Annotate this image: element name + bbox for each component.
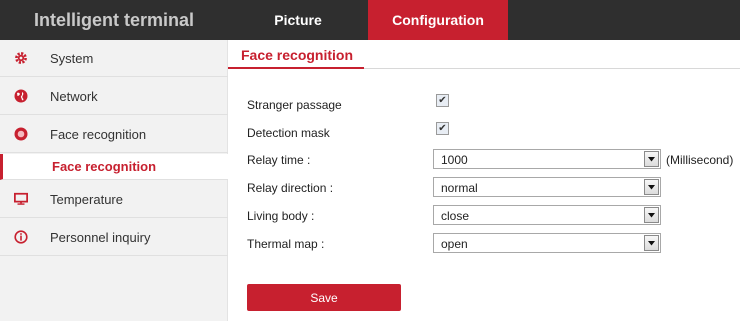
section-underline	[228, 67, 364, 69]
relay-direction-label: Relay direction :	[247, 181, 334, 195]
tab-configuration[interactable]: Configuration	[368, 0, 508, 40]
sidebar: System Network Face recognition Face rec…	[0, 40, 228, 321]
sidebar-item-label: Network	[50, 88, 98, 104]
sidebar-item-temperature[interactable]: Temperature	[0, 181, 228, 218]
gear-icon	[14, 51, 28, 65]
top-bar: Intelligent terminal Picture Configurati…	[0, 0, 740, 40]
globe-icon	[14, 89, 28, 103]
info-icon	[14, 230, 28, 244]
check-icon: ✔	[438, 122, 447, 134]
monitor-icon	[14, 192, 28, 206]
chevron-down-icon[interactable]	[644, 179, 659, 195]
save-button[interactable]: Save	[247, 284, 401, 311]
detection-mask-checkbox[interactable]: ✔	[436, 122, 449, 135]
relay-direction-value: normal	[441, 181, 478, 195]
relay-time-select[interactable]: 1000	[433, 149, 661, 169]
brand-title: Intelligent terminal	[33, 9, 195, 30]
chevron-down-icon[interactable]	[644, 235, 659, 251]
sidebar-item-label: Face recognition	[50, 126, 147, 142]
sidebar-item-personnel-inquiry[interactable]: Personnel inquiry	[0, 219, 228, 256]
relay-direction-select[interactable]: normal	[433, 177, 661, 197]
sidebar-item-label: System	[50, 50, 94, 66]
chevron-down-icon[interactable]	[644, 207, 659, 223]
sidebar-subitem-face-recognition[interactable]: Face recognition	[0, 154, 228, 180]
living-body-label: Living body :	[247, 209, 315, 223]
living-body-select[interactable]: close	[433, 205, 661, 225]
relay-time-unit: (Millisecond)	[666, 153, 734, 167]
chevron-down-icon[interactable]	[644, 151, 659, 167]
section-title: Face recognition	[241, 46, 354, 63]
stranger-passage-checkbox[interactable]: ✔	[436, 94, 449, 107]
sidebar-item-system[interactable]: System	[0, 40, 228, 77]
thermal-map-value: open	[441, 237, 468, 251]
thermal-map-label: Thermal map :	[247, 237, 325, 251]
relay-time-value: 1000	[441, 153, 468, 167]
living-body-value: close	[441, 209, 470, 223]
relay-time-label: Relay time :	[247, 153, 311, 167]
sidebar-item-network[interactable]: Network	[0, 78, 228, 115]
face-icon	[14, 127, 28, 141]
thermal-map-select[interactable]: open	[433, 233, 661, 253]
sidebar-item-label: Temperature	[50, 191, 123, 207]
check-icon: ✔	[438, 94, 447, 106]
stranger-passage-label: Stranger passage	[247, 98, 342, 112]
sidebar-subitem-label: Face recognition	[52, 159, 157, 174]
tab-picture[interactable]: Picture	[228, 0, 368, 40]
sidebar-item-label: Personnel inquiry	[50, 229, 151, 245]
detection-mask-label: Detection mask	[247, 126, 330, 140]
sidebar-item-face-recognition[interactable]: Face recognition	[0, 116, 228, 153]
